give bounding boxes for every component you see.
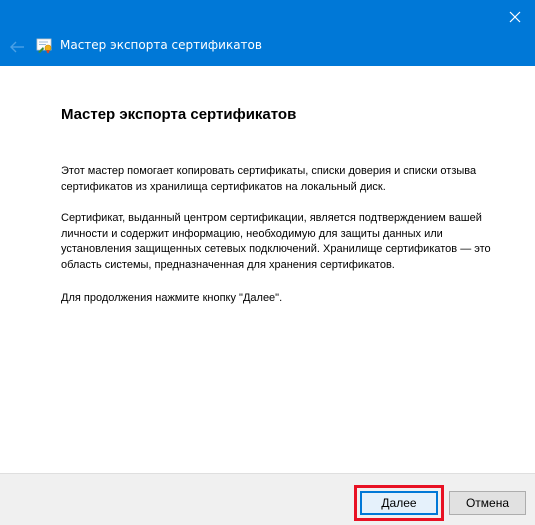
wizard-title: Мастер экспорта сертификатов: [60, 38, 262, 52]
close-button[interactable]: [495, 0, 535, 33]
page-heading: Мастер экспорта сертификатов: [61, 106, 297, 123]
intro-paragraph: Этот мастер помогает копировать сертифик…: [61, 165, 477, 193]
back-arrow-icon: [10, 41, 24, 53]
next-button[interactable]: Далее: [360, 491, 438, 515]
title-bar: Мастер экспорта сертификатов: [0, 0, 535, 66]
back-button[interactable]: [6, 37, 28, 57]
button-bar: Далее Отмена: [0, 473, 535, 525]
wizard-content: Мастер экспорта сертификатов Этот мастер…: [0, 66, 535, 473]
certificate-export-wizard-window: Мастер экспорта сертификатов Мастер эксп…: [0, 0, 535, 525]
description-paragraph: Сертификат, выданный центром сертификаци…: [61, 212, 491, 271]
cancel-button[interactable]: Отмена: [449, 491, 526, 515]
certificate-icon: [36, 38, 52, 54]
instruction-paragraph: Для продолжения нажмите кнопку "Далее".: [61, 292, 283, 304]
close-icon: [509, 11, 521, 22]
